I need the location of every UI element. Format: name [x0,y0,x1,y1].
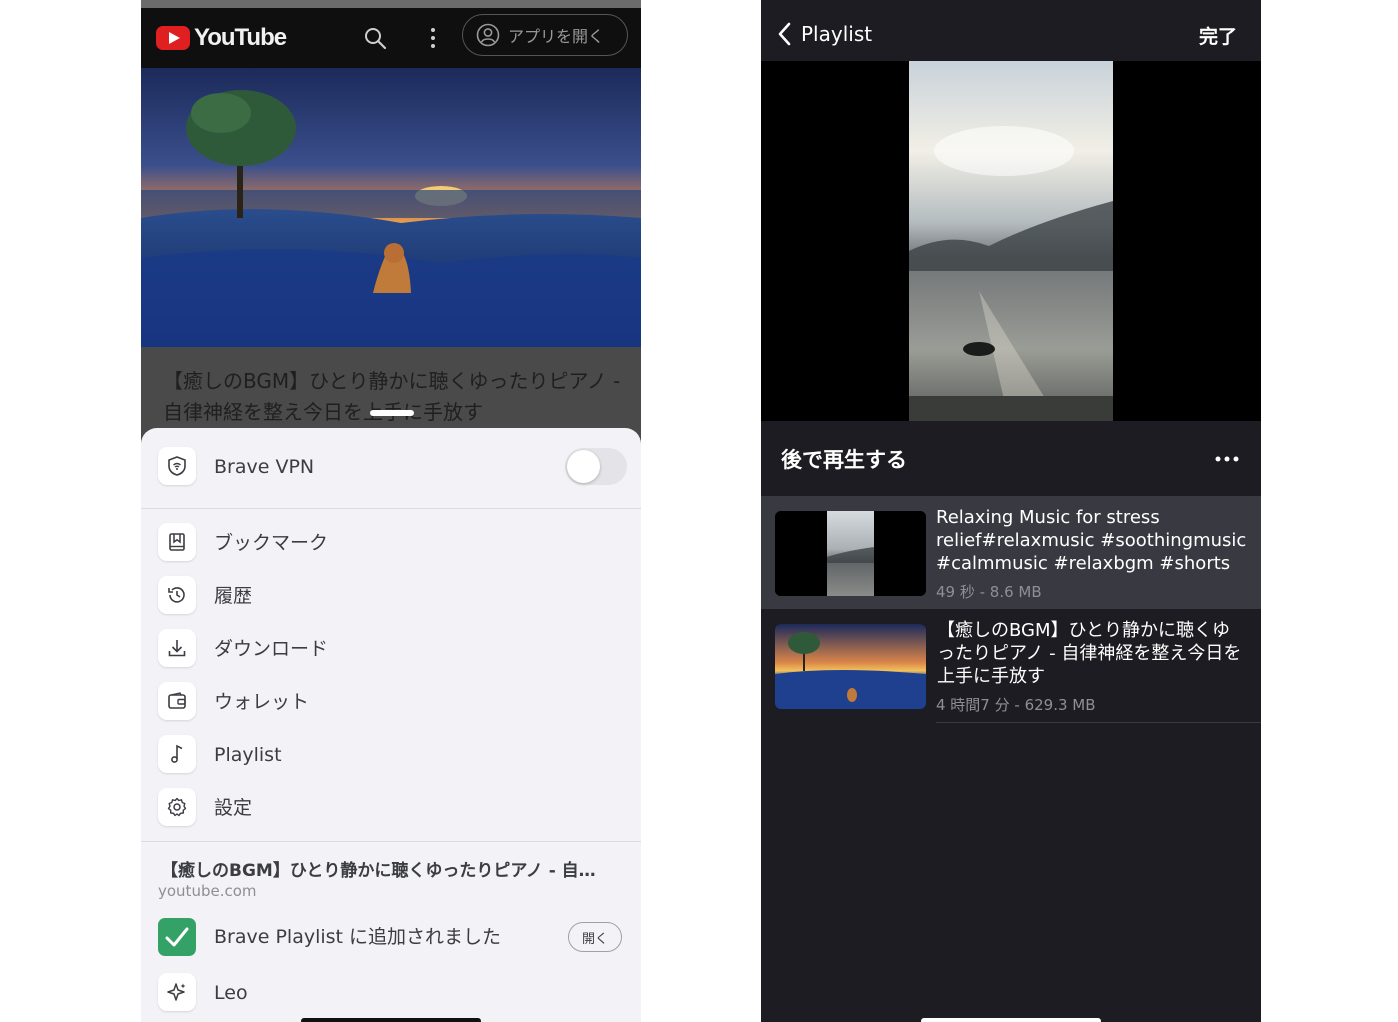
sheet-grab-handle[interactable] [370,410,414,416]
done-button[interactable]: 完了 [1199,22,1237,49]
video-frame [909,61,1113,421]
playlist-item-meta: 49 秒 - 8.6 MB [936,583,1042,601]
browser-menu-sheet: Brave VPN ブックマーク 履歴 ダウンロード ウォレット Playlis… [141,428,641,1022]
wallet-icon [168,692,186,709]
download-icon [168,640,186,657]
added-media-title: 【癒しのBGM】ひとり静かに聴くゆったりピアノ - 自… [161,861,596,881]
open-playlist-button[interactable]: 開く [568,922,622,952]
divider [936,722,1261,723]
vpn-label: Brave VPN [214,456,315,478]
playlist-nav-bar: Playlist 完了 [761,0,1261,61]
bookmark-icon [169,533,185,551]
playlist-item[interactable]: Relaxing Music for stress relief#relaxmu… [761,496,1261,609]
shield-icon [168,456,186,476]
sparkle-icon [167,983,186,1001]
chevron-left-icon[interactable] [777,22,791,46]
youtube-header: YouTube アプリを開く [141,8,641,68]
youtube-logo[interactable]: YouTube [156,24,287,52]
browser-screen: YouTube アプリを開く 【癒しのBGM】ひとり静かに聴くゆったりピアノ -… [141,0,641,1022]
open-app-button[interactable]: アプリを開く [462,14,628,56]
more-vertical-icon[interactable] [423,26,443,50]
added-to-playlist-message: Brave Playlist に追加されました [214,926,502,948]
wallet-item-icon-box [158,682,196,720]
home-indicator[interactable] [921,1018,1101,1022]
menu-item-history[interactable]: 履歴 [214,584,252,608]
playlist-item[interactable]: 【癒しのBGM】ひとり静かに聴くゆったりピアノ - 自律神経を整え今日を上手に手… [761,609,1261,722]
history-icon [168,587,185,603]
settings-item-icon-box [158,788,196,826]
vpn-toggle-knob [567,450,600,483]
menu-item-settings[interactable]: 設定 [214,796,252,820]
vpn-toggle[interactable] [565,448,627,485]
youtube-logo-icon [156,26,190,50]
account-icon [476,23,500,47]
open-app-label: アプリを開く [508,27,605,46]
menu-item-bookmarks[interactable]: ブックマーク [214,531,328,555]
playlist-item-meta: 4 時間7 分 - 629.3 MB [936,696,1096,714]
back-button[interactable]: Playlist [801,22,872,46]
divider [141,508,641,509]
search-icon[interactable] [363,26,387,50]
bookmark-item-icon-box [158,523,196,561]
youtube-logo-text: YouTube [194,24,287,51]
status-strip [141,0,641,8]
gear-icon [167,797,187,817]
playlist-item-thumbnail [775,511,926,596]
menu-item-playlist[interactable]: Playlist [214,743,282,767]
home-indicator[interactable] [301,1018,481,1022]
playlist-header: 後で再生する [781,448,907,472]
music-note-icon [171,744,183,763]
playlist-item-title: 【癒しのBGM】ひとり静かに聴くゆったりピアノ - 自律神経を整え今日を上手に手… [937,620,1242,687]
checkmark-icon [158,918,196,956]
more-horizontal-icon[interactable] [1215,454,1239,464]
playlist-item-thumbnail [775,624,926,709]
menu-item-leo[interactable]: Leo [214,981,248,1005]
menu-item-wallet[interactable]: ウォレット [214,690,309,714]
menu-item-downloads[interactable]: ダウンロード [214,637,328,661]
leo-item-icon-box [158,973,196,1011]
playlist-screen: Playlist 完了 後で再生する Relaxing Music for st… [761,0,1261,1022]
divider [141,841,641,842]
playlist-item-icon-box [158,735,196,773]
video-title: 【癒しのBGM】ひとり静かに聴くゆったりピアノ - 自律神経を整え今日を上手に手… [163,369,621,424]
added-media-domain: youtube.com [158,882,257,900]
download-item-icon-box [158,629,196,667]
video-player[interactable] [761,61,1261,421]
vpn-item-icon-box [158,447,196,485]
history-item-icon-box [158,576,196,614]
playlist-item-title: Relaxing Music for stress relief#relaxmu… [936,507,1247,574]
video-thumbnail[interactable] [141,68,641,347]
